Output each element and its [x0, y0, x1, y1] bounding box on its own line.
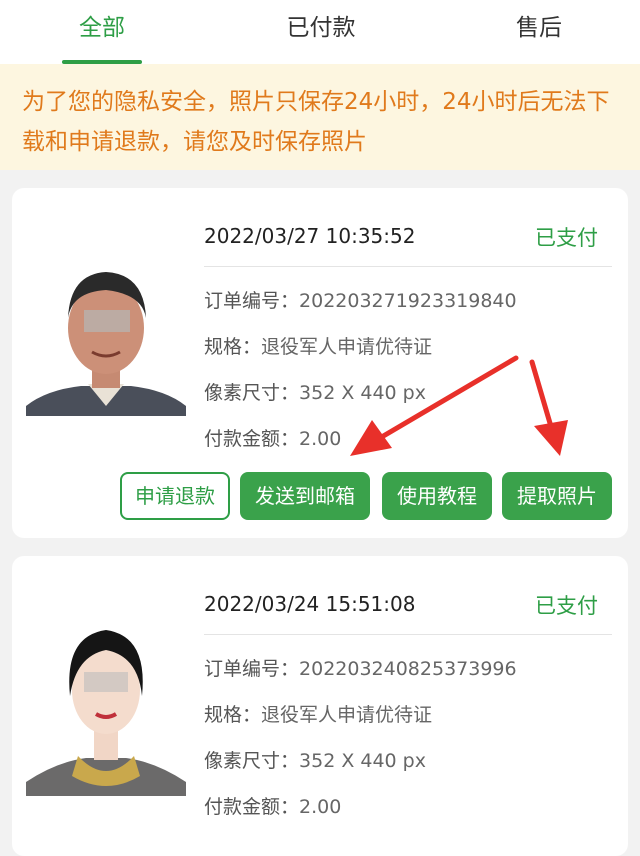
spec-label: 规格： [204, 704, 262, 726]
tab-paid[interactable]: 已付款 [204, 0, 438, 64]
privacy-notice-line1: 为了您的隐私安全，照片只保存24小时，24小时后无法下 [22, 89, 610, 115]
spec-row: 规格：退役军人申请优待证 [204, 700, 432, 727]
tab-all[interactable]: 全部 [0, 0, 204, 64]
amount-row: 付款金额：2.00 [204, 792, 341, 819]
order-card: 2022/03/24 15:51:08 已支付 订单编号：20220324082… [12, 556, 628, 856]
pixel-size-row: 像素尺寸：352 X 440 px [204, 378, 426, 405]
order-number-row: 订单编号：20220327192331984​0 [204, 286, 517, 313]
order-number-value: 20220327192331984​0 [299, 290, 517, 312]
amount-label: 付款金额： [204, 428, 300, 450]
apply-refund-button[interactable]: 申请退款 [120, 472, 230, 520]
pixel-size-row: 像素尺寸：352 X 440 px [204, 746, 426, 773]
person-photo-icon [26, 256, 186, 416]
divider [204, 266, 612, 267]
tab-paid-label: 已付款 [286, 15, 356, 41]
spec-label: 规格： [204, 336, 262, 358]
person-photo-icon [26, 606, 186, 796]
order-number-value: 202203240825373996 [299, 658, 517, 680]
order-card: 2022/03/27 10:35:52 已支付 订单编号：20220327192… [12, 188, 628, 538]
tab-after-sales-label: 售后 [516, 15, 562, 41]
extract-photo-button[interactable]: 提取照片 [502, 472, 612, 520]
tab-all-label: 全部 [79, 15, 125, 41]
divider [204, 634, 612, 635]
pixel-size-label: 像素尺寸： [204, 750, 300, 772]
order-number-label: 订单编号： [204, 658, 300, 680]
order-status-badge: 已支付 [535, 226, 598, 250]
tab-after-sales[interactable]: 售后 [438, 0, 640, 64]
order-photo-thumbnail[interactable] [26, 256, 186, 416]
order-number-label: 订单编号： [204, 290, 300, 312]
pixel-size-value: 352 X 440 px [299, 382, 426, 404]
amount-value: 2.00 [299, 428, 342, 450]
amount-label: 付款金额： [204, 796, 300, 818]
amount-value: 2.00 [299, 796, 342, 818]
spec-value: 退役军人申请优待证 [261, 704, 433, 726]
order-photo-thumbnail[interactable] [26, 606, 186, 796]
send-to-email-button[interactable]: 发送到邮箱 [240, 472, 370, 520]
spec-value: 退役军人申请优待证 [261, 336, 433, 358]
order-number-row: 订单编号：202203240825373996 [204, 654, 517, 681]
privacy-notice-line2: 载和申请退款，请您及时保存照片 [22, 129, 367, 155]
order-datetime: 2022/03/24 15:51:08 [204, 592, 416, 616]
order-datetime: 2022/03/27 10:35:52 [204, 224, 416, 248]
spec-row: 规格：退役军人申请优待证 [204, 332, 432, 359]
amount-row: 付款金额：2.00 [204, 424, 341, 451]
pixel-size-label: 像素尺寸： [204, 382, 300, 404]
order-status-badge: 已支付 [535, 594, 598, 618]
pixel-size-value: 352 X 440 px [299, 750, 426, 772]
tab-bar: 全部 已付款 售后 [0, 0, 640, 64]
privacy-notice: 为了您的隐私安全，照片只保存24小时，24小时后无法下 载和申请退款，请您及时保… [0, 64, 640, 170]
tutorial-button[interactable]: 使用教程 [382, 472, 492, 520]
